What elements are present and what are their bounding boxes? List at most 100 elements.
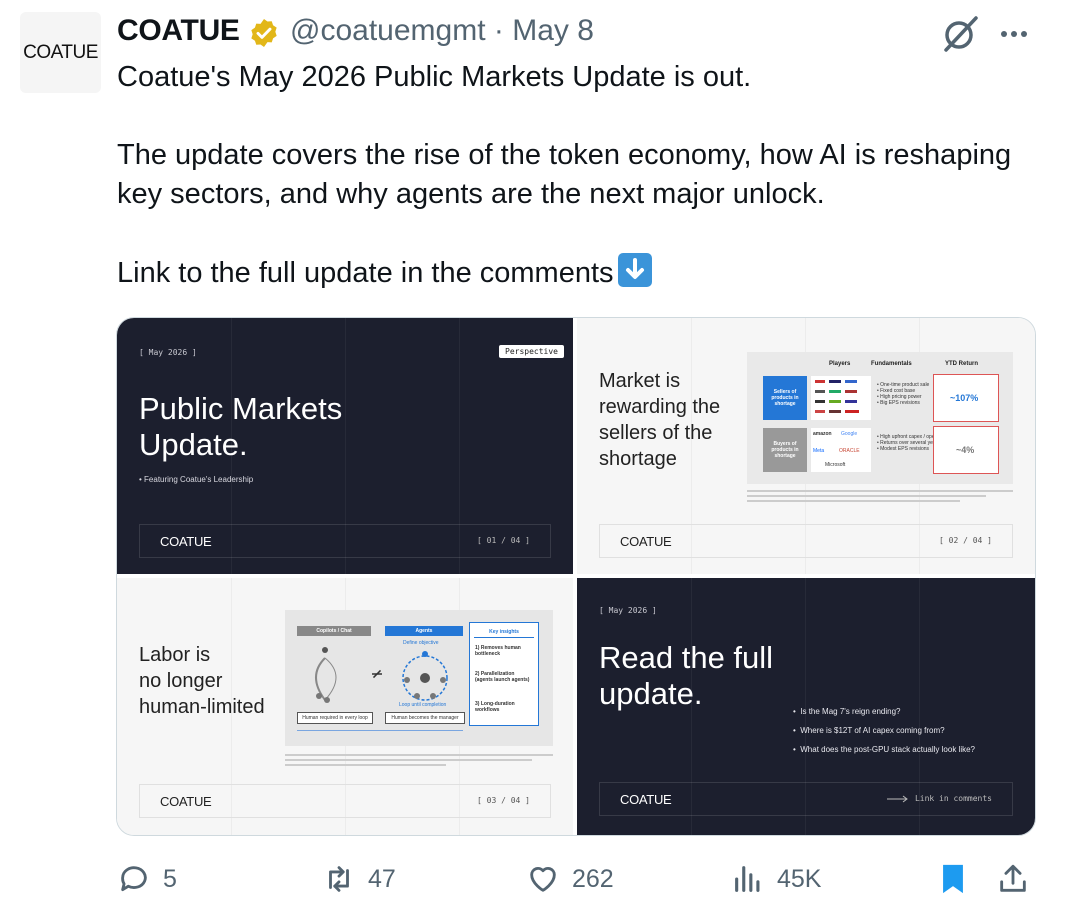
arrow-right-icon [886, 795, 908, 802]
like-button[interactable]: 262 [526, 862, 614, 896]
buyers-label: Buyers of products in shortage [763, 428, 807, 472]
link-in-comments-text: Link in comments [914, 794, 992, 803]
sellers-logos [811, 376, 871, 420]
views-icon [735, 866, 760, 892]
pill-copilots: Copilots / Chat [297, 626, 371, 636]
slide-footer: COATUE Link in comments [599, 782, 1013, 816]
slide-date: [ May 2026 ] [139, 348, 197, 357]
ytd-sellers-value: ~107% [950, 393, 979, 403]
question-2-text: Where is $12T of AI capex coming from? [800, 726, 945, 735]
slide-3-title-line2: no longer [139, 670, 223, 692]
player-logos-icon [815, 380, 859, 413]
buyers-fundamentals: • High upfront capex / opex • Returns ov… [877, 434, 940, 452]
slide-footer: COATUE [ 03 / 04 ] [139, 784, 551, 818]
share-icon [1000, 864, 1026, 892]
question-3-text: What does the post-GPU stack actually lo… [800, 745, 975, 754]
page-indicator: [ 02 / 04 ] [939, 536, 992, 545]
slide-4-title: Read the full update. [599, 640, 773, 712]
display-name[interactable]: COATUE [117, 14, 240, 48]
avatar[interactable]: COATUE [20, 12, 101, 93]
media-grid: [ May 2026 ] Perspective Public Markets … [116, 317, 1036, 836]
timestamp[interactable]: May 8 [512, 14, 594, 47]
slide-1-title-line1: Public Markets [139, 391, 343, 426]
question-1: • Is the Mag 7's reign ending? [793, 707, 901, 716]
slide-3-title-line1: Labor is [139, 644, 211, 666]
bookmark-button[interactable] [936, 862, 982, 896]
slide-2-title-line3: sellers of the [599, 422, 713, 444]
key-insights-box: Key insights 1) Removes human bottleneck… [469, 622, 539, 726]
avatar-logo-text: COATUE [23, 41, 98, 63]
ytd-buyers: ~4% [933, 426, 999, 474]
slide-3-title: Labor is no longer human-limited [139, 642, 265, 720]
slide-4-title-line2: update. [599, 676, 703, 711]
repost-button[interactable]: 47 [322, 862, 396, 896]
perspective-tag: Perspective [499, 345, 564, 358]
page-indicator: [ 03 / 04 ] [477, 796, 530, 805]
question-3: • What does the post-GPU stack actually … [793, 745, 975, 754]
slide-4-image[interactable]: [ May 2026 ] Read the full update. • Is … [577, 578, 1035, 835]
coatue-logo: COATUE [160, 794, 212, 809]
col-ytd: YTD Return [945, 361, 978, 367]
logo-microsoft: Microsoft [825, 462, 846, 468]
human-required-label: Human required in every loop [297, 712, 373, 724]
page-indicator: [ 01 / 04 ] [477, 536, 530, 545]
buyers-logos: amazon Google Meta ORACLE Microsoft [811, 428, 871, 472]
coatue-logo: COATUE [620, 792, 672, 807]
tweet-line-3: Link to the full update in the comments [117, 253, 1047, 293]
slide-2-image[interactable]: Market is rewarding the sellers of the s… [577, 318, 1035, 574]
sellers-fundamental-4: • Big EPS revisions [877, 400, 920, 406]
coatue-logo: COATUE [160, 534, 212, 549]
slide-footer: COATUE [ 01 / 04 ] [139, 524, 551, 558]
coatue-logo: COATUE [620, 534, 672, 549]
slide-3-title-line3: human-limited [139, 696, 265, 718]
slide-1-image[interactable]: [ May 2026 ] Perspective Public Markets … [117, 318, 573, 574]
insight-3: 3) Long-duration workflows [475, 701, 515, 713]
views-button[interactable]: 45K [731, 862, 821, 896]
define-objective: Define objective [403, 640, 439, 646]
slide-1-title-line2: Update. [139, 427, 248, 462]
reply-count: 5 [163, 864, 177, 893]
shortage-table: Players Fundamentals YTD Return Sellers … [747, 352, 1013, 484]
slide-2-title-line2: rewarding the [599, 396, 721, 418]
handle[interactable]: @coatuemgmt [290, 14, 486, 47]
reply-button[interactable]: 5 [117, 862, 177, 896]
down-arrow-emoji-icon [617, 253, 652, 287]
logo-oracle: ORACLE [839, 448, 860, 454]
sellers-label: Sellers of products in shortage [763, 376, 807, 420]
grok-icon[interactable] [940, 14, 980, 54]
tweet-text: Coatue's May 2026 Public Markets Update … [117, 58, 1047, 293]
question-1-text: Is the Mag 7's reign ending? [800, 707, 901, 716]
slide-2-title-line4: shortage [599, 448, 677, 470]
reply-icon [121, 866, 147, 892]
questions-list: • Is the Mag 7's reign ending? • Where i… [793, 702, 975, 759]
slide-3-image[interactable]: Labor is no longer human-limited Copilot… [117, 578, 573, 835]
logo-google: Google [841, 431, 858, 437]
loop-until-completion: Loop until completion [399, 702, 447, 708]
insight-1: 1) Removes human bottleneck [475, 645, 521, 657]
insight-2: 2) Parallelization (agents launch agents… [475, 671, 530, 683]
col-players: Players [829, 361, 851, 367]
question-2: • Where is $12T of AI capex coming from? [793, 726, 945, 735]
slide-4-title-line1: Read the full [599, 640, 774, 675]
col-fundamentals: Fundamentals [871, 361, 912, 367]
share-button[interactable] [996, 862, 1042, 896]
human-manager-label: Human becomes the manager [385, 712, 465, 724]
link-in-comments: Link in comments [886, 794, 992, 803]
slide-date: [ May 2026 ] [599, 606, 657, 615]
slide-2-title: Market is rewarding the sellers of the s… [599, 368, 720, 472]
repost-count: 47 [368, 864, 396, 893]
pill-agents: Agents [385, 626, 463, 636]
agents-diagram: Copilots / Chat Agents Define objective … [285, 610, 553, 746]
repost-icon [329, 866, 349, 892]
tweet-line-1: Coatue's May 2026 Public Markets Update … [117, 61, 752, 93]
more-options-icon[interactable] [996, 16, 1032, 52]
tweet-line-3-text: Link to the full update in the comments [117, 257, 614, 289]
pill-insights: Key insights [474, 627, 534, 638]
buyers-fundamental-3: • Modest EPS revisions [877, 446, 930, 452]
handle-and-date: @coatuemgmt · May 8 [290, 14, 594, 48]
tweet-line-2: The update covers the rise of the token … [117, 139, 1012, 210]
slide-2-title-line1: Market is [599, 370, 681, 392]
views-count: 45K [777, 864, 822, 893]
like-count: 262 [572, 864, 614, 893]
slide-1-title: Public Markets Update. [139, 391, 342, 463]
